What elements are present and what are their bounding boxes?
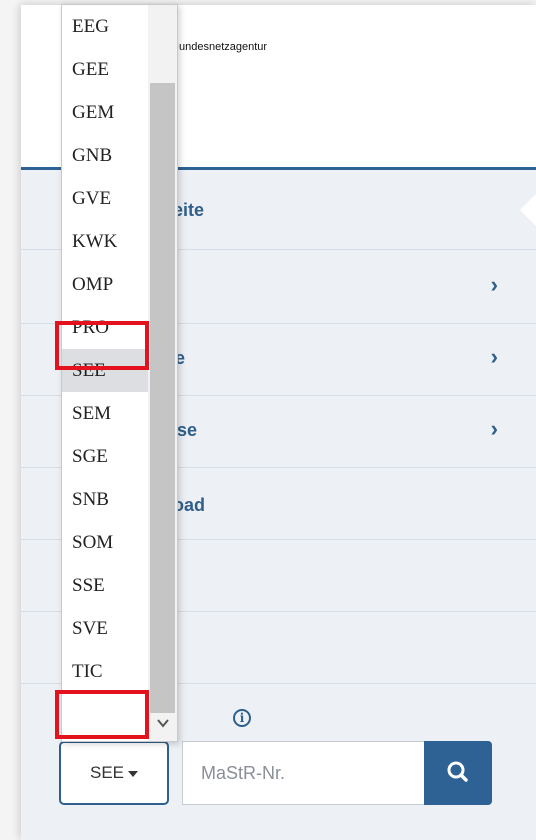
option-sge[interactable]: SGE [62,435,148,478]
option-gee[interactable]: GEE [62,48,148,91]
scrollbar-thumb[interactable] [150,83,175,713]
option-kwk[interactable]: KWK [62,220,148,263]
chevron-right-icon: › [490,416,498,441]
option-sse[interactable]: SSE [62,564,148,607]
caret-down-icon [128,770,139,777]
option-omp[interactable]: OMP [62,263,148,306]
option-tic[interactable]: TIC [62,650,148,693]
option-gnb[interactable]: GNB [62,134,148,177]
scroll-down-arrow-icon[interactable] [156,716,170,730]
register-type-dropdown[interactable]: EEG GEE GEM GNB GVE KWK OMP PRO SEE SEM … [61,4,178,742]
chevron-right-icon: › [490,272,498,297]
brand-text: undesnetzagentur [179,41,268,53]
option-gve[interactable]: GVE [62,177,148,220]
option-gem[interactable]: GEM [62,91,148,134]
dropdown-scrollbar[interactable] [148,5,177,741]
chevron-right-icon: › [490,344,498,369]
register-type-label: SEE [89,763,125,782]
option-snb[interactable]: SNB [62,478,148,521]
active-indicator [520,194,536,226]
highlight-box-tic [55,690,149,739]
register-type-select-button[interactable]: SEE [59,741,169,805]
option-sve[interactable]: SVE [62,607,148,650]
option-eeg[interactable]: EEG [62,5,148,48]
option-sem[interactable]: SEM [62,392,148,435]
option-som[interactable]: SOM [62,521,148,564]
highlight-box-pro [55,321,149,370]
search-button[interactable] [424,741,492,805]
info-icon[interactable]: i [233,709,251,727]
magnifier-icon [447,761,468,782]
mastr-number-input[interactable] [182,741,424,805]
